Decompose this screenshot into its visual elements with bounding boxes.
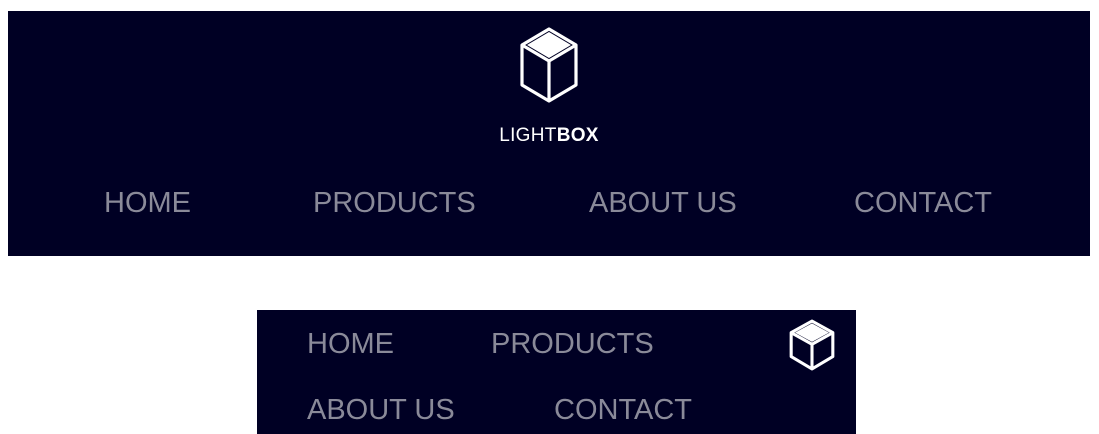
nav-contact-link[interactable]: CONTACT <box>554 390 692 430</box>
nav-products-link[interactable]: PRODUCTS <box>313 183 476 223</box>
nav-contact-link[interactable]: CONTACT <box>854 183 992 223</box>
wide-nav-links: HOME PRODUCTS ABOUT US CONTACT <box>8 183 1090 223</box>
nav-about-link[interactable]: ABOUT US <box>589 183 737 223</box>
brand-bold-text: BOX <box>556 125 599 146</box>
nav-products-link[interactable]: PRODUCTS <box>491 324 654 364</box>
box-icon <box>520 27 578 103</box>
nav-home-link[interactable]: HOME <box>104 183 191 223</box>
logo[interactable]: LIGHTBOX <box>8 23 1090 147</box>
nav-about-link[interactable]: ABOUT US <box>307 390 455 430</box>
narrow-navbar: HOME PRODUCTS ABOUT US CONTACT <box>257 310 856 434</box>
brand-light-text: LIGHT <box>499 125 557 146</box>
brand-name: LIGHTBOX <box>8 125 1090 147</box>
wide-navbar: LIGHTBOX HOME PRODUCTS ABOUT US CONTACT <box>8 11 1090 256</box>
nav-home-link[interactable]: HOME <box>307 324 394 364</box>
box-icon[interactable] <box>787 318 837 372</box>
